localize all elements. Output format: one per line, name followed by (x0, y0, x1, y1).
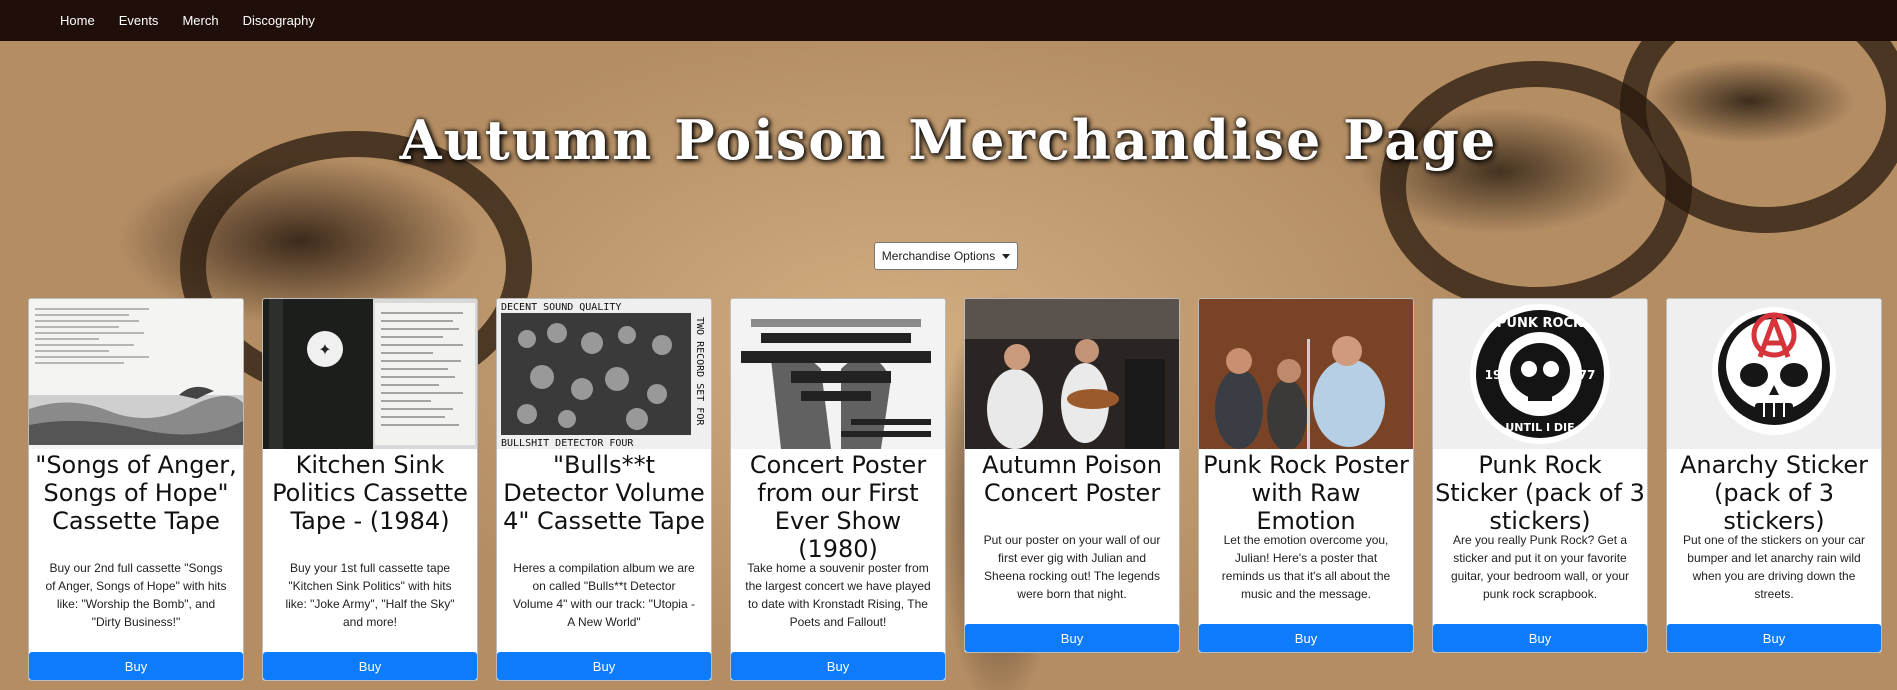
sticker-bottom-text: UNTIL I DIE (1505, 421, 1574, 434)
card-description: Take home a souvenir poster from the lar… (745, 561, 931, 629)
product-card-concert-poster: Autumn Poison Concert Poster Put our pos… (964, 298, 1180, 653)
dropdown-label: Merchandise Options (881, 249, 996, 263)
product-card-first-show-poster: Concert Poster from our First Ever Show … (730, 298, 946, 681)
card-description: Put our poster on your wall of our first… (983, 533, 1161, 601)
card-description: Put one of the stickers on your car bump… (1682, 533, 1866, 601)
buy-button[interactable]: Buy (497, 652, 711, 680)
cassette-insert-image (29, 299, 243, 449)
card-description: Are you really Punk Rock? Get a sticker … (1450, 533, 1630, 601)
card-title: "Songs of Anger, Songs of Hope" Cassette… (35, 451, 237, 535)
compilation-cover-image: DECENT SOUND QUALITY TWO RECORD SET FOR … (497, 299, 711, 449)
svg-text:✦: ✦ (318, 340, 331, 359)
product-card-kitchen-sink-politics: ✦ Kitchen Sink Politics Cassette Tape - … (262, 298, 478, 681)
product-card-songs-of-anger: "Songs of Anger, Songs of Hope" Cassette… (28, 298, 244, 681)
buy-button[interactable]: Buy (1667, 624, 1881, 652)
punk-rock-sticker-image: PUNK ROCK 19 77 UNTIL I DIE (1433, 299, 1647, 449)
caret-down-icon (1002, 254, 1011, 259)
buy-button[interactable]: Buy (263, 652, 477, 680)
card-title: Concert Poster from our First Ever Show … (749, 451, 927, 563)
sticker-right-text: 77 (1579, 368, 1596, 382)
nav-link-home[interactable]: Home (60, 13, 107, 28)
buy-button[interactable]: Buy (965, 624, 1179, 652)
merchandise-options-dropdown[interactable]: Merchandise Options (874, 242, 1018, 270)
buy-button[interactable]: Buy (29, 652, 243, 680)
card-title: Punk Rock Poster with Raw Emotion (1203, 451, 1409, 535)
cover-side-text: TWO RECORD SET FOR (694, 317, 705, 426)
cover-top-text: DECENT SOUND QUALITY (501, 302, 621, 313)
band-photo-image (965, 299, 1179, 449)
concert-poster-image (731, 299, 945, 449)
nav-link-merch[interactable]: Merch (182, 13, 230, 28)
nav-link-events[interactable]: Events (119, 13, 171, 28)
cassette-case-image: ✦ (263, 299, 477, 449)
buy-button[interactable]: Buy (731, 652, 945, 680)
product-card-raw-emotion-poster: Punk Rock Poster with Raw Emotion Let th… (1198, 298, 1414, 653)
card-title: "Bulls**t Detector Volume 4" Cassette Ta… (503, 451, 705, 535)
card-title: Kitchen Sink Politics Cassette Tape - (1… (272, 451, 468, 535)
card-title: Punk Rock Sticker (pack of 3 stickers) (1435, 451, 1645, 535)
card-description: Heres a compilation album we are on call… (513, 561, 695, 629)
buy-button[interactable]: Buy (1433, 624, 1647, 652)
anarchy-sticker-image (1667, 299, 1881, 449)
product-card-bullshit-detector: DECENT SOUND QUALITY TWO RECORD SET FOR … (496, 298, 712, 681)
cover-bottom-text: BULLSHIT DETECTOR FOUR (501, 438, 634, 449)
buy-button[interactable]: Buy (1199, 624, 1413, 652)
card-description: Buy your 1st full cassette tape "Kitchen… (285, 561, 455, 629)
card-title: Autumn Poison Concert Poster (982, 451, 1162, 507)
nav-link-discography[interactable]: Discography (243, 13, 327, 28)
page-title: Autumn Poison Merchandise Page (399, 108, 1498, 172)
band-photo-image (1199, 299, 1413, 449)
sticker-left-text: 19 (1485, 368, 1502, 382)
navbar: Home Events Merch Discography (0, 0, 1897, 41)
sticker-top-text: PUNK ROCK (1497, 316, 1584, 331)
product-card-punk-rock-sticker: PUNK ROCK 19 77 UNTIL I DIE Punk Rock St… (1432, 298, 1648, 653)
card-description: Let the emotion overcome you, Julian! He… (1221, 533, 1391, 601)
product-card-anarchy-sticker: Anarchy Sticker (pack of 3 stickers) Put… (1666, 298, 1882, 653)
card-title: Anarchy Sticker (pack of 3 stickers) (1679, 451, 1869, 535)
card-description: Buy our 2nd full cassette "Songs of Ange… (45, 561, 227, 629)
nav-list: Home Events Merch Discography (0, 13, 339, 28)
